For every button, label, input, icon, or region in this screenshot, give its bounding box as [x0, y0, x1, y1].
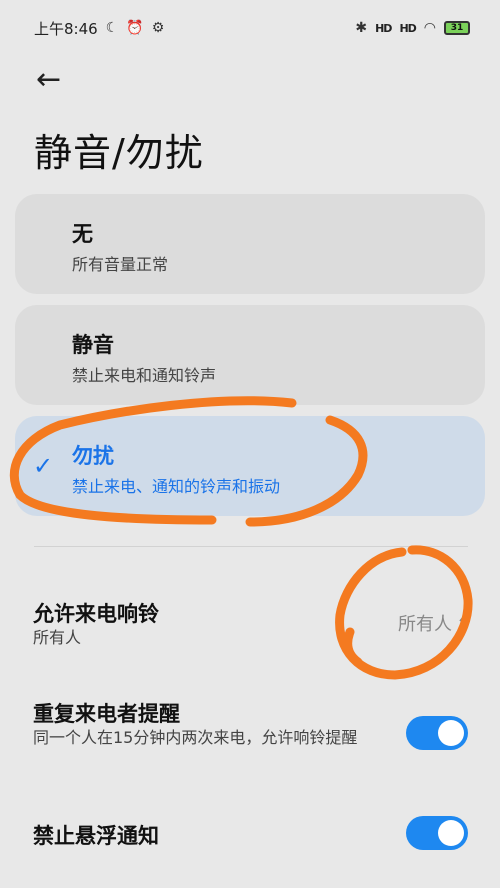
bluetooth-icon: ✱ — [355, 20, 368, 36]
repeat-callers-toggle[interactable] — [406, 716, 468, 750]
status-time: 上午8:46 — [34, 19, 98, 38]
checkmark-icon: ✓ — [33, 452, 54, 480]
toggle-knob — [438, 720, 464, 746]
block-floating-title: 禁止悬浮通知 — [33, 824, 159, 848]
allow-calls-subtitle: 所有人 — [33, 628, 82, 647]
mode-none-subtitle: 所有音量正常 — [72, 255, 169, 274]
mode-none-card[interactable]: 无 所有音量正常 — [15, 194, 485, 294]
battery-icon: 31 — [444, 21, 470, 35]
allow-calls-dropdown[interactable]: 所有人 — [398, 610, 470, 636]
mode-silent-subtitle: 禁止来电和通知铃声 — [72, 366, 217, 385]
wifi-icon: ◠ — [423, 20, 436, 36]
moon-icon: ☾ — [105, 20, 119, 36]
alarm-icon: ⏰ — [126, 20, 144, 36]
status-left: 上午8:46 ☾ ⏰ ⚙ — [34, 18, 164, 39]
allow-calls-title: 允许来电响铃 — [33, 602, 159, 626]
mode-dnd-subtitle: 禁止来电、通知的铃声和振动 — [72, 477, 281, 496]
mode-dnd-title: 勿扰 — [72, 444, 114, 468]
status-right: ✱ HD HD ◠ 31 — [355, 20, 470, 36]
page-title: 静音/勿扰 — [34, 131, 204, 175]
toggle-knob — [438, 820, 464, 846]
allow-calls-value: 所有人 — [398, 614, 452, 635]
repeat-callers-subtitle: 同一个人在15分钟内两次来电，允许响铃提醒 — [33, 728, 358, 747]
mode-silent-card[interactable]: 静音 禁止来电和通知铃声 — [15, 305, 485, 405]
updown-chevron-icon — [459, 614, 469, 632]
signal-icon-1: HD — [375, 21, 392, 35]
mode-silent-title: 静音 — [72, 333, 114, 357]
block-floating-toggle[interactable] — [406, 816, 468, 850]
status-bar: 上午8:46 ☾ ⏰ ⚙ ✱ HD HD ◠ 31 — [0, 0, 500, 56]
section-divider — [34, 546, 468, 547]
mode-none-title: 无 — [72, 222, 93, 246]
app-notification-icon: ⚙ — [151, 20, 165, 36]
mode-dnd-card[interactable]: ✓ 勿扰 禁止来电、通知的铃声和振动 — [15, 416, 485, 516]
signal-icon-2: HD — [399, 21, 416, 35]
repeat-callers-title: 重复来电者提醒 — [33, 702, 180, 726]
back-arrow-icon[interactable]: ← — [36, 62, 72, 98]
